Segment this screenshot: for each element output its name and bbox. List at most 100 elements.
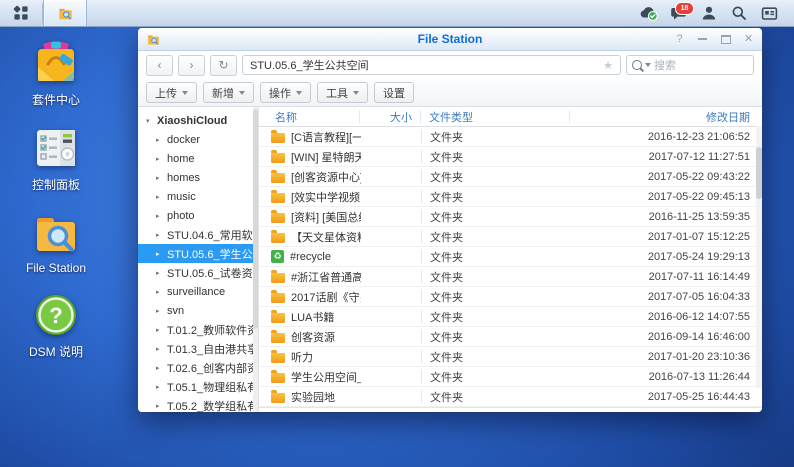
file-row[interactable]: 学生公用空间_可上传不能删除 文件夹 2016-07-13 11:26:44 (259, 367, 762, 387)
file-row[interactable]: 创客资源 文件夹 2016-09-14 16:46:00 (259, 327, 762, 347)
file-row[interactable]: #浙江省普通高校招生投档及分数... 文件夹 2017-07-11 16:14:… (259, 267, 762, 287)
file-row[interactable]: LUA书籍 文件夹 2016-06-12 14:07:55 (259, 307, 762, 327)
refresh-button[interactable]: ↻ (210, 55, 237, 76)
file-station-icon (57, 6, 74, 21)
desktop-background: 18 (0, 0, 794, 467)
close-button[interactable]: ✕ (743, 34, 754, 45)
list-scrollbar-thumb[interactable] (756, 147, 762, 199)
toolbar-button[interactable]: 设置 (374, 82, 414, 103)
folder-icon (271, 373, 285, 383)
tree-expand-icon[interactable]: ▸ (156, 250, 163, 258)
file-name: #浙江省普通高校招生投档及分数... (291, 269, 361, 285)
file-row[interactable]: 实验园地 文件夹 2017-05-25 16:44:43 (259, 387, 762, 407)
toolbar-button[interactable]: 工具 (317, 82, 368, 103)
column-header-name[interactable]: 名称 (259, 110, 360, 123)
window-icon (146, 33, 161, 46)
tree-expand-icon[interactable]: ▸ (156, 136, 163, 144)
desktop-icon-dsm-help[interactable]: ? DSM 说明 (14, 292, 98, 360)
tree-expand-icon[interactable]: ▸ (156, 155, 163, 163)
tree-expand-icon[interactable]: ▸ (156, 269, 163, 277)
column-header-size[interactable]: 大小 (360, 110, 421, 123)
file-row[interactable]: 2017话剧《守岁》视频原文件 文件夹 2017-07-05 16:04:33 (259, 287, 762, 307)
sidebar-folder-item[interactable]: ▸ svn (138, 301, 258, 320)
taskbar-file-station-button[interactable] (43, 0, 87, 26)
sidebar-folder-item[interactable]: ▸ STU.04.6_常用软件 (138, 225, 258, 244)
tree-expand-icon[interactable]: ▸ (156, 174, 163, 182)
tree-expand-icon[interactable]: ▸ (156, 212, 163, 220)
sidebar-folder-label: T.01.3_自由港共享空间 (167, 341, 258, 357)
address-bar[interactable]: STU.05.6_学生公共空间 ★ (242, 55, 621, 75)
user-options-button[interactable] (694, 0, 724, 26)
tree-expand-icon[interactable]: ▸ (156, 364, 163, 372)
maximize-button[interactable] (720, 34, 731, 45)
sidebar-folder-label: photo (167, 210, 195, 222)
sidebar-folder-label: T.05.2_数学组私有共享空 (167, 398, 258, 413)
search-options-caret-icon[interactable] (645, 63, 651, 67)
file-size (361, 250, 422, 263)
desktop-icon-control-panel[interactable]: 控制面板 (14, 125, 98, 193)
sidebar-folder-item[interactable]: ▸ photo (138, 206, 258, 225)
sidebar-folder-item[interactable]: ▸ STU.05.6_试卷资料下载 (138, 263, 258, 282)
tree-expand-icon[interactable]: ▸ (156, 193, 163, 201)
tree-expand-icon[interactable]: ▾ (146, 117, 153, 125)
sidebar-folder-item[interactable]: ▸ docker (138, 130, 258, 149)
widgets-button[interactable] (754, 0, 784, 26)
sidebar-folder-item[interactable]: ▾ XiaoshiCloud (138, 111, 258, 130)
file-row[interactable]: #recycle 文件夹 2017-05-24 19:29:13 (259, 247, 762, 267)
cloud-sync-button[interactable] (633, 0, 663, 26)
back-button[interactable]: ‹ (146, 55, 173, 76)
list-scrollbar[interactable] (756, 126, 762, 388)
sidebar-scrollbar[interactable] (253, 107, 258, 412)
sidebar-folder-item[interactable]: ▸ home (138, 149, 258, 168)
sidebar-scrollbar-thumb[interactable] (253, 109, 258, 329)
sidebar-folder-item[interactable]: ▸ T.01.2_教师软件资源区 (138, 320, 258, 339)
minimize-button[interactable] (697, 34, 708, 45)
toolbar-button[interactable]: 新增 (203, 82, 254, 103)
column-header-type[interactable]: 文件类型 (421, 110, 570, 123)
sidebar-folder-item[interactable]: ▸ T.01.3_自由港共享空间 (138, 339, 258, 358)
desktop-icon-file-station[interactable]: File Station (14, 210, 98, 275)
tree-expand-icon[interactable]: ▸ (156, 231, 163, 239)
tree-expand-icon[interactable]: ▸ (156, 288, 163, 296)
sidebar-folder-label: T.02.6_创客内部资料 (167, 360, 258, 376)
file-row[interactable]: 【天文星体资料】【入门手册】 文件夹 2017-01-07 15:12:25 (259, 227, 762, 247)
bookmark-star-icon[interactable]: ★ (603, 59, 613, 72)
tree-expand-icon[interactable]: ▸ (156, 326, 163, 334)
sidebar-folder-label: T.01.2_教师软件资源区 (167, 322, 258, 338)
forward-button[interactable]: › (178, 55, 205, 76)
file-modified-date: 2016-12-23 21:06:52 (570, 131, 762, 143)
file-row[interactable]: [资料] [美国总统每周演讲 he Pr... 文件夹 2016-11-25 1… (259, 207, 762, 227)
file-row[interactable]: [效实中学视频 影视素材 锦集] [... 文件夹 2017-05-22 09:… (259, 187, 762, 207)
file-modified-date: 2017-05-22 09:43:22 (570, 171, 762, 183)
file-row[interactable]: [C语言教程][一种你知道的第N+... 文件夹 2016-12-23 21:0… (259, 127, 762, 147)
file-row[interactable]: 听力 文件夹 2017-01-20 23:10:36 (259, 347, 762, 367)
file-modified-date: 2017-07-12 11:27:51 (570, 151, 762, 163)
search-button[interactable] (724, 0, 754, 26)
toolbar-button[interactable]: 操作 (260, 82, 311, 103)
search-input[interactable]: 搜索 (626, 55, 754, 75)
dropdown-caret-icon (182, 91, 188, 95)
sidebar-folder-item[interactable]: ▸ homes (138, 168, 258, 187)
file-row[interactable]: [WIN] 星特朗天文望远镜CD软件 文件夹 2017-07-12 11:27:… (259, 147, 762, 167)
tree-expand-icon[interactable]: ▸ (156, 307, 163, 315)
column-header-date[interactable]: 修改日期 (570, 110, 762, 123)
file-type: 文件夹 (422, 349, 570, 365)
window-titlebar[interactable]: File Station ? ✕ (138, 28, 762, 51)
tree-expand-icon[interactable]: ▸ (156, 345, 163, 353)
file-type: 文件夹 (422, 389, 570, 405)
sidebar-folder-item[interactable]: ▸ music (138, 187, 258, 206)
sidebar-folder-item[interactable]: ▸ T.05.1_物理组私有共享空 (138, 377, 258, 396)
desktop-icon-package-center[interactable]: 套件中心 (14, 40, 98, 108)
toolbar-button[interactable]: 上传 (146, 82, 197, 103)
sidebar-folder-item[interactable]: ▸ surveillance (138, 282, 258, 301)
tree-expand-icon[interactable]: ▸ (156, 383, 163, 391)
toolbar-button-label: 工具 (326, 85, 348, 101)
help-button[interactable]: ? (674, 34, 685, 45)
main-menu-button[interactable] (0, 0, 42, 26)
sidebar-folder-item[interactable]: ▸ T.02.6_创客内部资料 (138, 358, 258, 377)
file-row[interactable]: [创客资源中心] 文件夹 2017-05-22 09:43:22 (259, 167, 762, 187)
sidebar-folder-item[interactable]: ▸ T.05.2_数学组私有共享空 (138, 396, 258, 412)
notifications-button[interactable]: 18 (664, 0, 694, 26)
sidebar-folder-item[interactable]: ▸ STU.05.6_学生公共空间 (138, 244, 258, 263)
tree-expand-icon[interactable]: ▸ (156, 402, 163, 410)
